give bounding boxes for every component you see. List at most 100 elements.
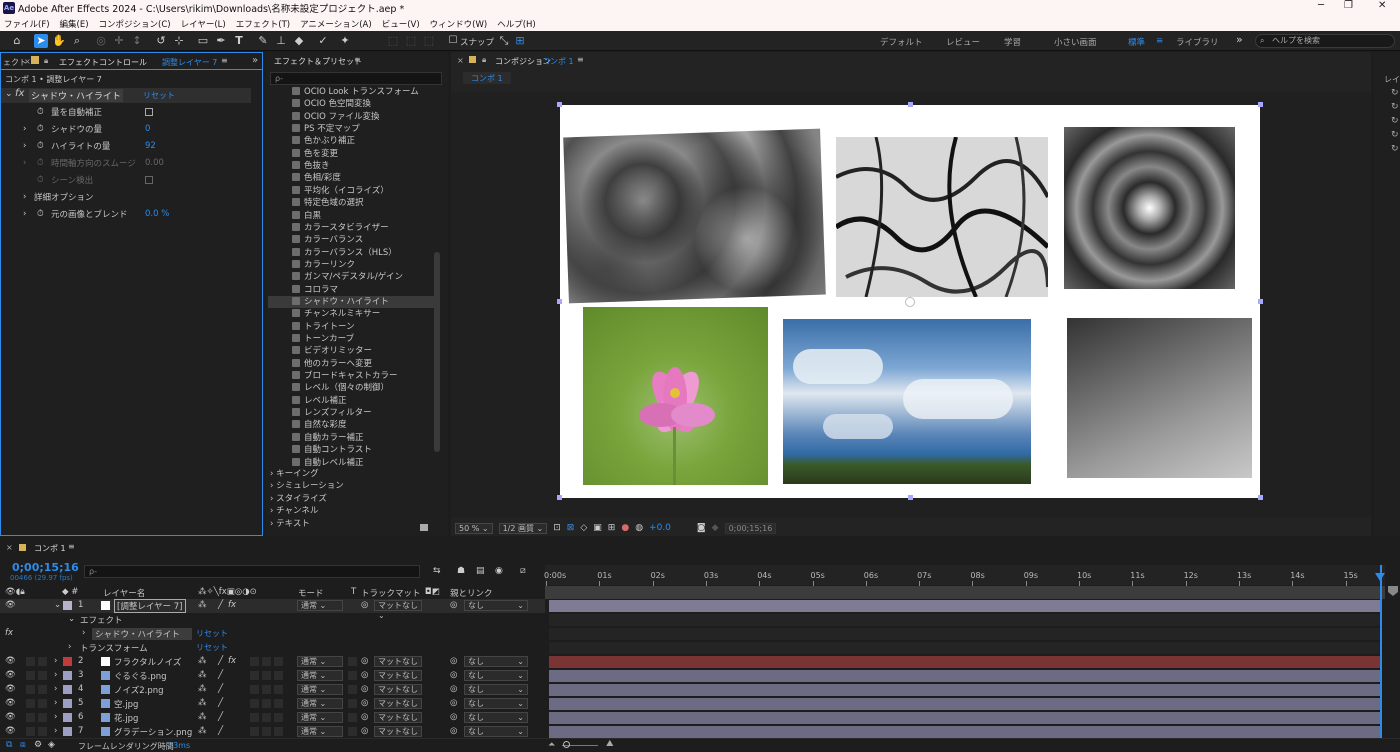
timeline-timecode[interactable]: 0;00;15;16 [12,561,79,574]
rotation-tool-icon[interactable]: ↺ [154,34,168,48]
color-management-icon[interactable]: ◍ [635,523,643,533]
shy-switch-icon[interactable]: ⁂ [198,726,207,736]
eye-icon[interactable]: 👁︎ [5,698,16,708]
matte-link-icon[interactable]: ◎ [361,670,368,680]
effect-item[interactable]: OCIO Look トランスフォーム [292,86,419,98]
comp-timecode[interactable]: 0;00;15;16 [724,522,777,534]
region-icon[interactable]: ▣ [593,523,602,533]
snapshot-icon[interactable]: ◙ [697,523,706,533]
adjustment-switch[interactable] [262,727,271,736]
sky-image[interactable] [783,319,1031,484]
expand-chevron-icon[interactable]: › [23,141,26,151]
menu-composition[interactable]: コンポジション(C) [99,18,171,30]
motion-blur-switch[interactable] [250,671,259,680]
track-matte-select[interactable]: マットなし⌄ [374,726,422,746]
resolution-select[interactable]: 1/2 画質 ⌄ [498,522,548,534]
axis-local-icon[interactable]: ⬚ [386,34,400,48]
snap-grid-icon[interactable]: ⊞ [513,34,527,48]
layer-duration-bar[interactable] [549,600,1380,612]
shy-layers-icon[interactable]: ☗ [457,566,465,576]
menu-layer[interactable]: レイヤー(L) [181,18,226,30]
stopwatch-icon[interactable]: ⏱ [37,158,44,168]
pen-tool-icon[interactable]: ✒ [214,34,228,48]
lock-toggle[interactable] [38,671,47,680]
shy-switch-icon[interactable]: ⁂ [198,656,207,666]
adjustment-switch[interactable] [262,671,271,680]
shy-switch-icon[interactable]: ⁂ [198,670,207,680]
mode-select[interactable]: 通常 ⌄ [297,600,343,611]
auto-amount-checkbox[interactable] [145,107,153,116]
matte-link-icon[interactable]: ◎ [361,712,368,722]
effect-category[interactable]: › シミュレーション [270,480,344,492]
eye-icon[interactable]: 👁︎ [5,670,16,680]
axis-view-icon[interactable]: ⬚ [422,34,436,48]
fx-switch-icon[interactable]: fx [228,656,236,666]
lock-toggle[interactable] [38,713,47,722]
layer-duration-bar[interactable] [549,726,1380,738]
mode-select[interactable]: 通常 ⌄ [297,656,343,667]
home-icon[interactable]: ⌂ [10,34,24,48]
layer-name[interactable]: ノイズ2.png [114,684,164,696]
zoom-out-icon[interactable]: ⏶ [548,740,555,750]
effect-item[interactable]: ガンマ/ペデスタル/ゲイン [292,271,403,283]
effect-item[interactable]: 自動レベル補正 [292,457,364,469]
expand-chevron-icon[interactable]: › [54,684,57,694]
eye-icon[interactable]: 👁︎ [5,656,16,666]
blend-original-value[interactable]: 0.0 % [145,209,169,219]
pan-camera-icon[interactable]: ✛ [112,34,126,48]
matte-link-icon[interactable]: ◎ [361,600,368,610]
parent-select[interactable]: なし ⌄ [464,726,528,737]
motion-blur-switch[interactable] [250,601,259,610]
effect-item[interactable]: 色相/彩度 [292,172,341,184]
panel-menu-icon[interactable]: ≡ [68,542,75,551]
solo-toggle[interactable] [26,685,35,694]
effect-item[interactable]: 色抜き [292,160,330,172]
layer-name[interactable]: ぐるぐる.png [114,670,167,682]
effect-item[interactable]: 色を変更 [292,148,338,160]
effect-item[interactable]: 他のカラーへ変更 [292,358,372,370]
layer-name[interactable]: フラクタルノイズ [114,656,181,668]
quality-switch-icon[interactable]: ╱ [218,712,223,722]
new-folder-icon[interactable] [420,524,428,531]
quality-switch-icon[interactable]: ╱ [218,726,223,736]
effect-controls-tab[interactable]: エフェクトコントロール [59,57,147,68]
label-color-swatch[interactable] [63,657,72,666]
preserve-transparency-toggle[interactable] [348,713,357,722]
render-time-icon[interactable]: ⚙ [34,740,42,750]
expand-chevron-icon[interactable]: › [54,670,57,680]
track-matte-select[interactable]: マットなし⌄ [374,712,422,732]
effect-item[interactable]: 色かぶり補正 [292,135,355,147]
effect-name-label[interactable]: シャドウ・ハイライト [29,89,123,102]
close-tab-icon[interactable]: × [24,57,31,66]
effect-category[interactable]: › チャンネル [270,505,318,517]
composition-flowchart-icon[interactable]: ⇆ [433,566,441,576]
matte-link-icon[interactable]: ◎ [361,656,368,666]
time-ruler[interactable] [545,565,1385,585]
close-tab-icon[interactable]: × [457,56,464,65]
track-matte-select[interactable]: マットなし⌄ [374,684,422,704]
fx-icon[interactable]: fx [5,628,13,638]
stopwatch-icon[interactable]: ⏱ [37,107,44,117]
redo-icon[interactable]: ↻ [1391,130,1399,140]
expand-chevron-icon[interactable]: › [54,712,57,722]
effect-item[interactable]: レベル（個々の制御） [292,382,389,394]
pick-whip-icon[interactable]: ◎ [450,600,457,610]
shy-switch-icon[interactable]: ⁂ [198,684,207,694]
puppet-tool-icon[interactable]: ✦ [338,34,352,48]
effect-item[interactable]: カラーバランス [292,234,363,246]
pick-whip-icon[interactable]: ◎ [450,684,457,694]
label-color-swatch[interactable] [63,713,72,722]
work-area-end-icon[interactable] [1388,586,1398,596]
panel-overflow-icon[interactable]: » [252,55,258,66]
rectangle-tool-icon[interactable]: ▭ [196,34,210,48]
panel-label-icon[interactable]: レイ [1384,74,1400,85]
effects-presets-tab[interactable]: エフェクト＆プリセット [274,56,362,67]
workspace-more-button[interactable]: » [1236,33,1243,46]
timeline-tab[interactable]: コンポ 1 [34,543,66,554]
effect-controls-layer-tab[interactable]: 調整レイヤー 7 [162,57,217,68]
exposure-value[interactable]: +0.0 [649,523,671,533]
solo-toggle[interactable] [26,713,35,722]
adjustment-switch[interactable] [262,601,271,610]
work-area-bar[interactable] [545,586,1385,599]
expand-chevron-icon[interactable]: ⌄ [68,614,75,624]
